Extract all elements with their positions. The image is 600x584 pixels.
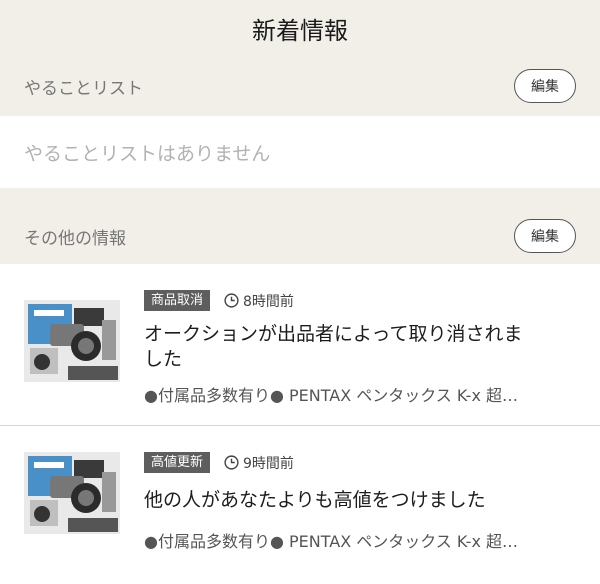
todo-section-label: やることリスト bbox=[24, 78, 143, 99]
item-thumbnail bbox=[24, 300, 120, 382]
timestamp: 8時間前 bbox=[224, 291, 294, 311]
notification-card[interactable]: 商品取消 8時間前 オークションが出品者によって取り消されま した ●付属品多数… bbox=[0, 264, 600, 425]
other-section-header: その他の情報 編集 bbox=[0, 206, 600, 266]
page-title: 新着情報 bbox=[252, 16, 348, 45]
notification-title: オークションが出品者によって取り消されま した bbox=[144, 322, 586, 372]
notification-title-line-1: オークションが出品者によって取り消されま bbox=[144, 323, 523, 345]
notification-meta: 商品取消 8時間前 bbox=[144, 290, 294, 311]
notification-meta: 高値更新 9時間前 bbox=[144, 452, 294, 473]
clock-icon bbox=[224, 455, 239, 470]
item-name: ●付属品多数有り● PENTAX ペンタックス K-x 超… bbox=[144, 532, 519, 551]
notification-title-line-1: 他の人があなたよりも高値をつけました bbox=[144, 489, 486, 511]
clock-icon bbox=[224, 293, 239, 308]
time-text: 8時間前 bbox=[243, 293, 294, 310]
todo-empty-message: やることリストはありません bbox=[0, 116, 600, 188]
other-edit-button[interactable]: 編集 bbox=[514, 219, 576, 253]
todo-section-header: やることリスト 編集 bbox=[0, 56, 600, 116]
todo-edit-button[interactable]: 編集 bbox=[514, 69, 576, 103]
other-section-label: その他の情報 bbox=[24, 228, 126, 249]
status-badge: 商品取消 bbox=[144, 290, 211, 311]
status-badge: 高値更新 bbox=[144, 452, 211, 473]
notification-card[interactable]: 高値更新 9時間前 他の人があなたよりも高値をつけました ●付属品多数有り● P… bbox=[0, 426, 600, 584]
time-text: 9時間前 bbox=[243, 455, 294, 472]
item-name: ●付属品多数有り● PENTAX ペンタックス K-x 超… bbox=[144, 386, 519, 405]
todo-empty-text: やることリストはありません bbox=[24, 142, 271, 165]
item-thumbnail bbox=[24, 452, 120, 534]
notification-title: 他の人があなたよりも高値をつけました bbox=[144, 488, 586, 513]
notification-title-line-2: した bbox=[144, 348, 183, 370]
page-header: 新着情報 bbox=[0, 0, 600, 56]
timestamp: 9時間前 bbox=[224, 453, 294, 473]
